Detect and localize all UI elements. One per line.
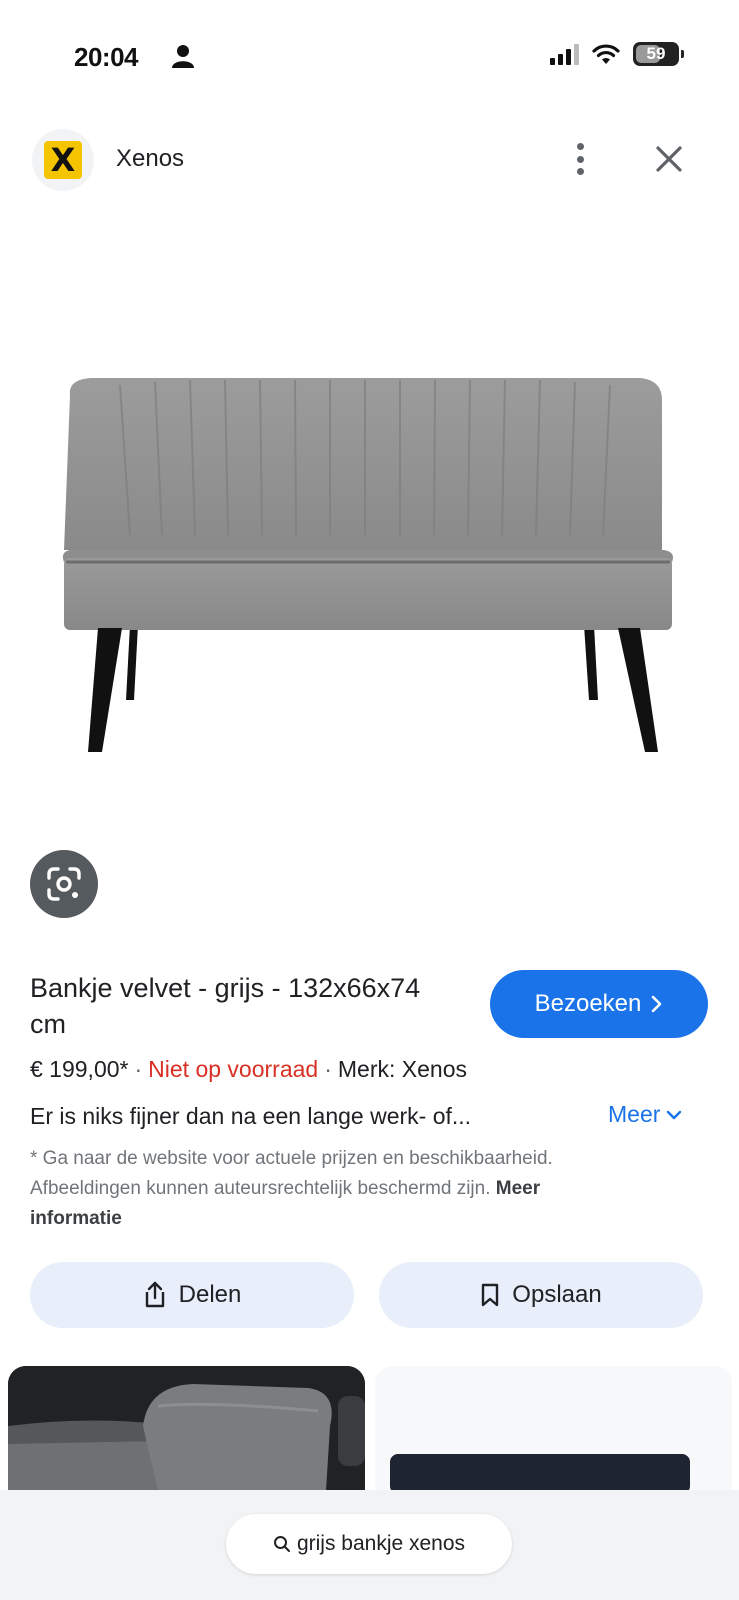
save-button[interactable]: Opslaan — [379, 1262, 703, 1328]
status-indicators: 59 — [550, 42, 684, 66]
save-button-label: Opslaan — [512, 1281, 602, 1308]
share-icon — [145, 1281, 164, 1308]
chevron-right-icon — [652, 995, 662, 1013]
status-time: 20:04 — [74, 42, 139, 72]
wifi-icon — [592, 44, 620, 64]
search-query: grijs bankje xenos — [296, 1532, 466, 1555]
product-description: Er is niks fijner dan na een lange werk-… — [30, 1103, 472, 1129]
price-row: € 199,00* · Niet op voorraad · Merk: Xenos — [30, 1056, 467, 1082]
more-description-button[interactable]: Meer — [608, 1101, 682, 1128]
xenos-logo-icon: X — [44, 141, 82, 179]
product-price: € 199,00* — [30, 1056, 129, 1082]
product-title: Bankje velvet - grijs - 132x66x74 cm — [30, 973, 421, 1039]
result-header: X Xenos — [0, 125, 739, 195]
product-brand: Merk: Xenos — [337, 1056, 467, 1082]
search-icon — [273, 1536, 290, 1552]
search-query-pill[interactable]: grijs bankje xenos — [226, 1514, 512, 1574]
signal-icon — [550, 43, 579, 65]
disclaimer: * Ga naar de website voor actuele prijze… — [30, 1144, 630, 1234]
lens-button[interactable] — [30, 850, 98, 918]
person-icon — [172, 45, 194, 68]
close-icon[interactable] — [652, 142, 686, 176]
related-image-1-picture — [8, 1366, 365, 1491]
share-button-label: Delen — [178, 1281, 242, 1308]
battery-icon: 59 — [633, 42, 684, 66]
stock-status: Niet op voorraad — [148, 1056, 319, 1082]
battery-level: 59 — [646, 44, 666, 63]
status-bar: 20:04 59 — [0, 0, 739, 110]
site-logo[interactable]: X — [32, 129, 94, 191]
visit-button[interactable]: Bezoeken — [490, 970, 708, 1038]
product-image[interactable] — [0, 340, 739, 790]
site-name[interactable]: Xenos — [116, 145, 184, 173]
chevron-down-icon — [667, 1110, 682, 1119]
disclaimer-text: * Ga naar de website voor actuele prijze… — [30, 1148, 553, 1199]
more-vert-icon[interactable] — [565, 139, 595, 179]
related-image-1[interactable] — [8, 1366, 365, 1491]
visit-button-label: Bezoeken — [534, 990, 642, 1017]
share-button[interactable]: Delen — [30, 1262, 354, 1328]
related-image-2-picture — [375, 1366, 732, 1491]
bookmark-icon — [482, 1283, 499, 1307]
lens-icon — [47, 867, 81, 901]
more-description-label: Meer — [608, 1101, 661, 1127]
related-image-2[interactable] — [375, 1366, 732, 1491]
